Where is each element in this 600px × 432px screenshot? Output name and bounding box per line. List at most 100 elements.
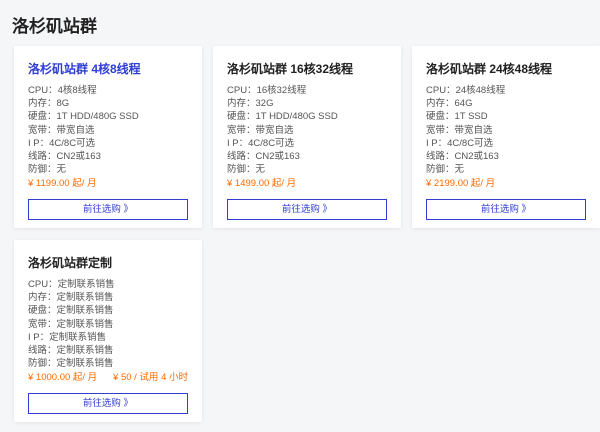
spec-label: 硬盘： bbox=[28, 111, 57, 123]
product-card-16c32t: 洛杉矶站群 16核32线程 CPU：16核32线程 内存：32G 硬盘：1T H… bbox=[213, 46, 401, 228]
spec-value: 无 bbox=[56, 164, 67, 176]
spec-value: 8G bbox=[56, 98, 70, 110]
spec-value: CN2或163 bbox=[56, 151, 101, 163]
spec-value: 定制联系销售 bbox=[56, 358, 114, 370]
price-row: ¥ 1199.00 起/ 月 bbox=[28, 177, 188, 190]
spec-value: 定制联系销售 bbox=[56, 318, 114, 330]
spec-label: 线路： bbox=[28, 345, 57, 357]
spec-defense: 防御：无 bbox=[28, 163, 188, 176]
spec-disk: 硬盘：1T HDD/480G SSD bbox=[28, 110, 188, 123]
spec-label: CPU： bbox=[227, 85, 257, 96]
spec-value: 带宽自选 bbox=[56, 124, 95, 136]
spec-bandwidth: 宽带：定制联系销售 bbox=[28, 318, 188, 331]
spec-line: 线路：CN2或163 bbox=[426, 150, 586, 163]
spec-value: 1T HDD/480G SSD bbox=[255, 111, 338, 123]
product-card-custom: 洛杉矶站群定制 CPU：定制联系销售 内存：定制联系销售 硬盘：定制联系销售 宽… bbox=[14, 240, 202, 422]
spec-label: 内存： bbox=[28, 98, 57, 110]
spec-cpu: CPU：24核48线程 bbox=[426, 84, 586, 97]
spec-value: 定制联系销售 bbox=[56, 292, 114, 304]
spec-ip: I P：定制联系销售 bbox=[28, 331, 188, 344]
spec-value: 无 bbox=[454, 164, 465, 176]
spec-label: 内存： bbox=[227, 98, 256, 110]
buy-button[interactable]: 前往选购 》 bbox=[28, 199, 188, 221]
card-title[interactable]: 洛杉矶站群 24核48线程 bbox=[426, 62, 586, 76]
spec-label: 线路： bbox=[227, 151, 256, 163]
spec-value: 定制联系销售 bbox=[56, 305, 114, 317]
spec-label: 宽带： bbox=[28, 318, 57, 330]
spec-disk: 硬盘：1T HDD/480G SSD bbox=[227, 110, 387, 123]
product-card-4c8t: 洛杉矶站群 4核8线程 CPU：4核8线程 内存：8G 硬盘：1T HDD/48… bbox=[14, 46, 202, 228]
spec-label: 线路： bbox=[426, 151, 455, 163]
product-card-24c48t: 洛杉矶站群 24核48线程 CPU：24核48线程 内存：64G 硬盘：1T S… bbox=[412, 46, 600, 228]
spec-label: 宽带： bbox=[426, 124, 455, 136]
spec-label: 防御： bbox=[227, 164, 256, 176]
spec-label: I P： bbox=[426, 137, 448, 149]
spec-memory: 内存：32G bbox=[227, 97, 387, 110]
spec-value: 定制联系销售 bbox=[49, 331, 107, 343]
spec-cpu: CPU：4核8线程 bbox=[28, 84, 188, 97]
spec-disk: 硬盘：1T SSD bbox=[426, 110, 586, 123]
spec-ip: I P：4C/8C可选 bbox=[426, 137, 586, 150]
card-title[interactable]: 洛杉矶站群 16核32线程 bbox=[227, 62, 387, 76]
spec-bandwidth: 宽带：带宽自选 bbox=[426, 124, 586, 137]
spec-label: I P： bbox=[227, 137, 249, 149]
spec-cpu: CPU：定制联系销售 bbox=[28, 278, 188, 291]
spec-value: 64G bbox=[454, 98, 473, 110]
spec-label: 内存： bbox=[28, 292, 57, 304]
spec-label: 硬盘： bbox=[28, 305, 57, 317]
spec-value: 4核8线程 bbox=[57, 85, 97, 96]
spec-bandwidth: 宽带：带宽自选 bbox=[28, 124, 188, 137]
spec-label: 线路： bbox=[28, 151, 57, 163]
price: ¥ 1199.00 起/ 月 bbox=[28, 178, 97, 190]
spec-line: 线路：CN2或163 bbox=[28, 150, 188, 163]
spec-label: 宽带： bbox=[28, 124, 57, 136]
spec-value: 1T SSD bbox=[454, 111, 488, 123]
spec-label: I P： bbox=[28, 331, 50, 343]
price: ¥ 1499.00 起/ 月 bbox=[227, 178, 297, 190]
price-row: ¥ 1499.00 起/ 月 bbox=[227, 177, 387, 190]
spec-value: 定制联系销售 bbox=[57, 279, 115, 290]
spec-value: 定制联系销售 bbox=[56, 345, 114, 357]
buy-button[interactable]: 前往选购 》 bbox=[426, 199, 586, 221]
price: ¥ 1000.00 起/ 月 bbox=[28, 372, 98, 384]
spec-value: 带宽自选 bbox=[454, 124, 493, 136]
spec-value: 4C/8C可选 bbox=[49, 137, 96, 149]
spec-value: 无 bbox=[255, 164, 266, 176]
spec-value: 32G bbox=[255, 98, 274, 110]
spec-disk: 硬盘：定制联系销售 bbox=[28, 304, 188, 317]
spec-memory: 内存：64G bbox=[426, 97, 586, 110]
spec-line: 线路：定制联系销售 bbox=[28, 344, 188, 357]
spec-label: I P： bbox=[28, 137, 50, 149]
spec-label: 宽带： bbox=[227, 124, 256, 136]
spec-memory: 内存：8G bbox=[28, 97, 188, 110]
spec-defense: 防御：定制联系销售 bbox=[28, 357, 188, 370]
spec-label: 硬盘： bbox=[426, 111, 455, 123]
spec-label: CPU： bbox=[426, 85, 456, 96]
buy-button[interactable]: 前往选购 》 bbox=[28, 393, 188, 415]
spec-label: 内存： bbox=[426, 98, 455, 110]
spec-label: 防御： bbox=[28, 358, 57, 370]
spec-line: 线路：CN2或163 bbox=[227, 150, 387, 163]
buy-button[interactable]: 前往选购 》 bbox=[227, 199, 387, 221]
spec-label: CPU： bbox=[28, 85, 58, 96]
price: ¥ 2199.00 起/ 月 bbox=[426, 178, 496, 190]
spec-label: 防御： bbox=[28, 164, 57, 176]
trial-price: ¥ 50 / 试用 4 小时 bbox=[113, 372, 188, 384]
spec-bandwidth: 宽带：带宽自选 bbox=[227, 124, 387, 137]
price-row: ¥ 1000.00 起/ 月 ¥ 50 / 试用 4 小时 bbox=[28, 371, 188, 384]
card-title[interactable]: 洛杉矶站群定制 bbox=[28, 256, 188, 270]
spec-value: CN2或163 bbox=[454, 151, 499, 163]
spec-ip: I P：4C/8C可选 bbox=[227, 137, 387, 150]
price-row: ¥ 2199.00 起/ 月 bbox=[426, 177, 586, 190]
spec-memory: 内存：定制联系销售 bbox=[28, 291, 188, 304]
spec-label: 防御： bbox=[426, 164, 455, 176]
spec-value: 4C/8C可选 bbox=[248, 137, 295, 149]
spec-defense: 防御：无 bbox=[426, 163, 586, 176]
spec-value: 1T HDD/480G SSD bbox=[56, 111, 139, 123]
spec-label: CPU： bbox=[28, 279, 58, 290]
card-title[interactable]: 洛杉矶站群 4核8线程 bbox=[28, 62, 188, 76]
spec-value: 16核32线程 bbox=[256, 85, 307, 96]
spec-value: CN2或163 bbox=[255, 151, 300, 163]
spec-label: 硬盘： bbox=[227, 111, 256, 123]
spec-value: 带宽自选 bbox=[255, 124, 294, 136]
